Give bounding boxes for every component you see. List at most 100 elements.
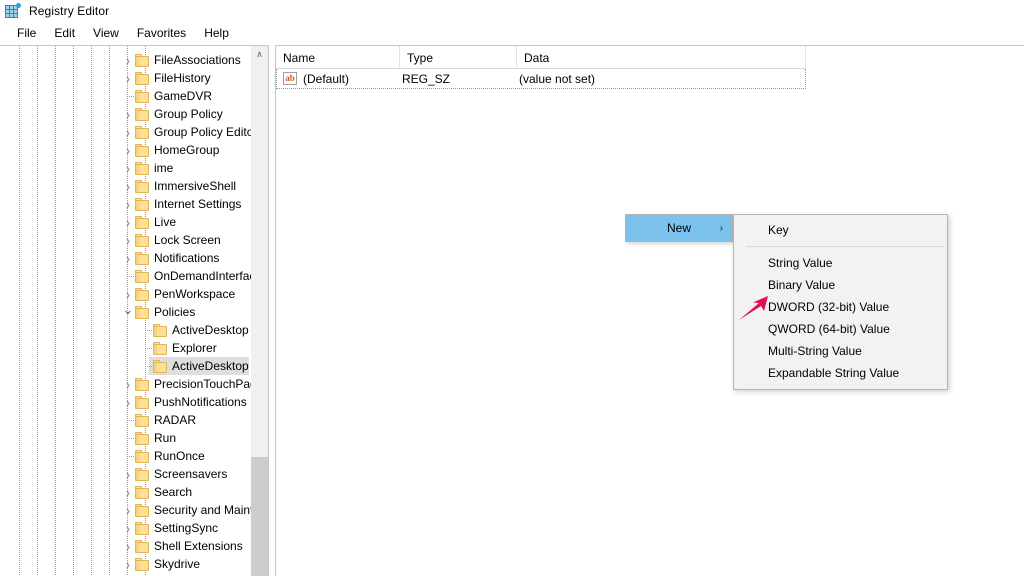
- chevron-right-icon[interactable]: ›: [121, 519, 135, 537]
- tree-item-immersiveshell[interactable]: › ImmersiveShell: [0, 177, 251, 195]
- tree-item-fileassociations[interactable]: › FileAssociations: [0, 51, 251, 69]
- chevron-right-icon[interactable]: ›: [121, 249, 135, 267]
- chevron-right-icon[interactable]: ›: [121, 123, 135, 141]
- folder-icon: [135, 162, 150, 175]
- tree-item-label: ActiveDesktop: [172, 359, 249, 373]
- tree-item-notifications[interactable]: › Notifications: [0, 249, 251, 267]
- context-submenu-new[interactable]: Key String Value Binary Value DWORD (32-bit…: [733, 214, 948, 390]
- tree-item-label: SettingSync: [154, 521, 219, 535]
- submenu-item-expandable-string-value[interactable]: Expandable String Value: [734, 362, 947, 384]
- submenu-item-string-value[interactable]: String Value: [734, 252, 947, 274]
- chevron-right-icon[interactable]: ›: [121, 393, 135, 411]
- tree-item-precisiontouchpad[interactable]: › PrecisionTouchPad: [0, 375, 251, 393]
- menu-item-edit[interactable]: Edit: [45, 24, 84, 42]
- chevron-right-icon[interactable]: ›: [121, 51, 135, 69]
- tree-item-run[interactable]: Run: [0, 429, 251, 447]
- menu-item-favorites[interactable]: Favorites: [128, 24, 195, 42]
- registry-editor-icon: [5, 3, 21, 19]
- chevron-right-icon[interactable]: ›: [121, 465, 135, 483]
- tree-item-group-policy[interactable]: › Group Policy: [0, 105, 251, 123]
- title-bar: Registry Editor: [0, 0, 1024, 22]
- chevron-right-icon[interactable]: ›: [121, 231, 135, 249]
- folder-icon: [135, 540, 150, 553]
- tree-item-internet-settings[interactable]: › Internet Settings: [0, 195, 251, 213]
- tree-item-label: Security and Maintenance: [154, 503, 251, 517]
- folder-icon: [135, 396, 150, 409]
- context-menu[interactable]: New ›: [625, 214, 733, 242]
- tree-item-lock-screen[interactable]: › Lock Screen: [0, 231, 251, 249]
- tree-item-screensavers[interactable]: › Screensavers: [0, 465, 251, 483]
- list-rows: ab (Default) REG_SZ (value not set): [276, 69, 1024, 89]
- scroll-up-arrow-icon[interactable]: ∧: [251, 46, 268, 63]
- chevron-down-icon[interactable]: ⌄: [121, 303, 135, 321]
- submenu-item-multi-string-value[interactable]: Multi-String Value: [734, 340, 947, 362]
- tree-item-security-and-maintenance[interactable]: › Security and Maintenance: [0, 501, 251, 519]
- tree-item-runonce[interactable]: RunOnce: [0, 447, 251, 465]
- folder-icon: [135, 504, 150, 517]
- chevron-right-icon[interactable]: ›: [121, 69, 135, 87]
- submenu-item-key[interactable]: Key: [734, 219, 947, 241]
- submenu-item-qword-64-bit-value[interactable]: QWORD (64-bit) Value: [734, 318, 947, 340]
- tree-item-skydrive[interactable]: › Skydrive: [0, 555, 251, 573]
- chevron-right-icon[interactable]: ›: [121, 375, 135, 393]
- table-row[interactable]: ab (Default) REG_SZ (value not set): [276, 69, 806, 89]
- tree-item-gamedvr[interactable]: GameDVR: [0, 87, 251, 105]
- context-menu-item-new[interactable]: New ›: [626, 215, 732, 241]
- column-header-data[interactable]: Data: [517, 46, 806, 69]
- pane-splitter[interactable]: [268, 45, 276, 576]
- scrollbar-thumb[interactable]: [251, 457, 268, 576]
- tree-item-label: Shell Extensions: [154, 539, 243, 553]
- tree-item-label: Group Policy: [154, 107, 223, 121]
- chevron-right-icon[interactable]: ›: [121, 483, 135, 501]
- tree-item-activedesktop[interactable]: ActiveDesktop: [0, 321, 251, 339]
- menu-item-help[interactable]: Help: [195, 24, 238, 42]
- tree-item-label: OnDemandInterfaceCache: [154, 269, 251, 283]
- tree-item-radar[interactable]: RADAR: [0, 411, 251, 429]
- string-value-icon: ab: [283, 72, 297, 85]
- tree-item-activedesktop[interactable]: ActiveDesktop: [0, 357, 251, 375]
- tree-item-label: Lock Screen: [154, 233, 221, 247]
- tree-item-search[interactable]: › Search: [0, 483, 251, 501]
- chevron-right-icon[interactable]: ›: [121, 195, 135, 213]
- menu-separator: [746, 246, 944, 247]
- registry-tree-pane[interactable]: › FileAssociations › FileHistory GameDVR › Gro…: [0, 45, 251, 576]
- column-header-type[interactable]: Type: [400, 46, 517, 69]
- chevron-right-icon[interactable]: ›: [121, 177, 135, 195]
- tree-item-label: Screensavers: [154, 467, 228, 481]
- chevron-right-icon[interactable]: ›: [121, 141, 135, 159]
- menu-item-file[interactable]: File: [8, 24, 45, 42]
- tree-item-homegroup[interactable]: › HomeGroup: [0, 141, 251, 159]
- cell-data: (value not set): [519, 71, 596, 86]
- folder-icon: [135, 450, 150, 463]
- menu-item-view[interactable]: View: [84, 24, 128, 42]
- chevron-right-icon[interactable]: ›: [121, 501, 135, 519]
- tree-item-ime[interactable]: › ime: [0, 159, 251, 177]
- tree-item-explorer[interactable]: Explorer: [0, 339, 251, 357]
- tree-item-ondemandinterfacecache[interactable]: OnDemandInterfaceCache: [0, 267, 251, 285]
- chevron-right-icon[interactable]: ›: [121, 537, 135, 555]
- folder-icon: [135, 216, 150, 229]
- tree-vertical-scrollbar[interactable]: ∧: [251, 45, 268, 576]
- tree-item-label: GameDVR: [154, 89, 213, 103]
- tree-item-pushnotifications[interactable]: › PushNotifications: [0, 393, 251, 411]
- tree-item-label: Explorer: [172, 341, 217, 355]
- tree-item-group-policy-editor[interactable]: › Group Policy Editor: [0, 123, 251, 141]
- tree-item-policies[interactable]: ⌄ Policies: [0, 303, 251, 321]
- chevron-right-icon[interactable]: ›: [121, 159, 135, 177]
- chevron-right-icon[interactable]: ›: [121, 555, 135, 573]
- tree-item-live[interactable]: › Live: [0, 213, 251, 231]
- folder-icon: [135, 144, 150, 157]
- chevron-right-icon[interactable]: ›: [121, 285, 135, 303]
- tree-item-penworkspace[interactable]: › PenWorkspace: [0, 285, 251, 303]
- folder-icon: [135, 288, 150, 301]
- tree-item-settingsync[interactable]: › SettingSync: [0, 519, 251, 537]
- column-header-name[interactable]: Name: [276, 46, 400, 69]
- chevron-right-icon[interactable]: ›: [121, 213, 135, 231]
- submenu-item-dword-32-bit-value[interactable]: DWORD (32-bit) Value: [734, 296, 947, 318]
- submenu-item-binary-value[interactable]: Binary Value: [734, 274, 947, 296]
- tree-item-shell-extensions[interactable]: › Shell Extensions: [0, 537, 251, 555]
- folder-icon: [135, 522, 150, 535]
- folder-icon: [135, 180, 150, 193]
- tree-item-filehistory[interactable]: › FileHistory: [0, 69, 251, 87]
- chevron-right-icon[interactable]: ›: [121, 105, 135, 123]
